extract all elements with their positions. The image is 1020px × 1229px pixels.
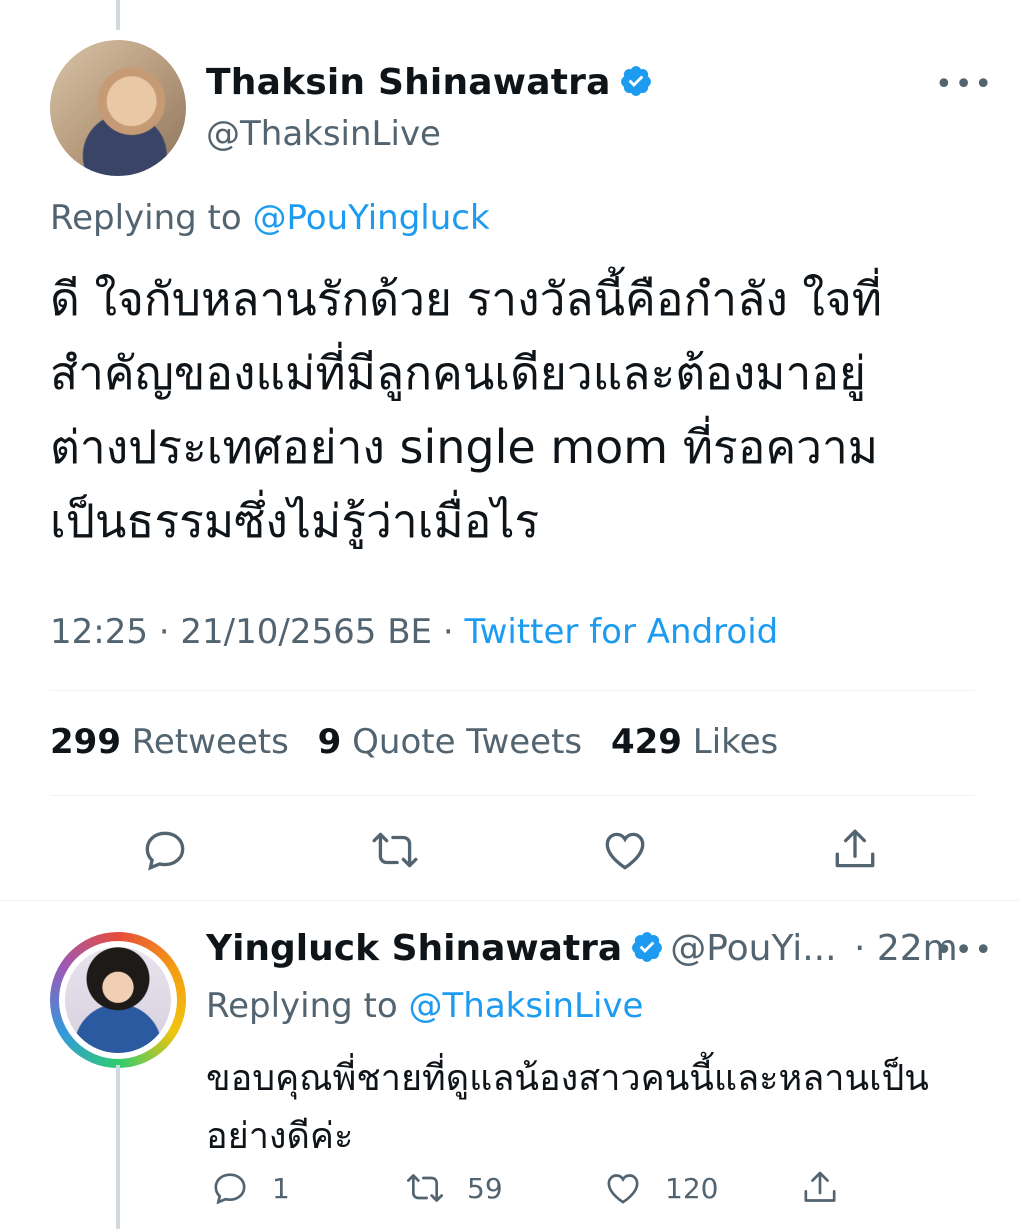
tweet-time[interactable]: 12:25 (50, 612, 148, 652)
thaksin-avatar[interactable] (50, 40, 186, 176)
tweet-text-line: ดี ใจกับหลานรักด้วย รางวัลนี้คือกำลัง ใจ… (50, 272, 883, 326)
tweet-text-line: ต่างประเทศอย่าง single mom ที่รอความ (50, 420, 879, 474)
tweet-date[interactable]: 21/10/2565 BE (180, 612, 432, 652)
likes-stat[interactable]: 429 Likes (611, 722, 778, 762)
meta-separator: · (442, 612, 465, 652)
reply-text-line: อย่างดีค่ะ (206, 1116, 354, 1157)
quotes-count: 9 (317, 722, 342, 762)
like-count: 120 (665, 1171, 719, 1205)
retweets-count: 299 (50, 722, 121, 762)
main-author-handle[interactable]: @ThaksinLive (206, 114, 441, 154)
divider (50, 795, 975, 796)
reply-author-name[interactable]: Yingluck Shinawatra (206, 928, 622, 969)
main-author-name-text[interactable]: Thaksin Shinawatra (206, 62, 611, 103)
tweet-stats: 299 Retweets 9 Quote Tweets 429 Likes (50, 722, 796, 762)
likes-label: Likes (692, 722, 779, 762)
reply-icon (214, 1173, 246, 1205)
retweet-icon[interactable] (370, 825, 420, 875)
quotes-label: Quote Tweets (352, 722, 583, 762)
more-icon[interactable]: ••• (935, 936, 994, 966)
reply-text: ขอบคุณพี่ชายที่ดูแลน้องสาวคนนี้และหลานเป… (206, 1050, 966, 1166)
quote-tweets-stat[interactable]: 9 Quote Tweets (318, 722, 582, 762)
tweet-meta: 12:25 · 21/10/2565 BE · Twitter for Andr… (50, 612, 778, 652)
reply-author-handle[interactable]: @PouYi... (670, 928, 836, 969)
replying-to: Replying to @PouYingluck (50, 198, 490, 238)
tweet-source-link[interactable]: Twitter for Android (464, 612, 778, 652)
tweet-text-line: เป็นธรรมซึ่งไม่รู้ว่าเมื่อไร (50, 494, 540, 548)
likes-count: 429 (610, 722, 682, 762)
thread-line-bottom (116, 1065, 120, 1229)
replying-to-handle-link[interactable]: @PouYingluck (253, 198, 490, 238)
reply-retweet-button[interactable]: 59 (405, 1166, 503, 1210)
tweet-text-line: สำคัญของแม่ที่มีลูกคนเดียวและต้องมาอยู่ (50, 346, 866, 400)
reply-share-button[interactable] (800, 1166, 862, 1210)
reply-reply-button[interactable]: 1 (210, 1166, 290, 1210)
reply-icon[interactable] (140, 825, 190, 875)
avatar-ring-inner (59, 941, 177, 1059)
retweets-stat[interactable]: 299 Retweets (50, 722, 289, 762)
reply-replying-to: Replying to @ThaksinLive (206, 986, 643, 1026)
divider (50, 690, 975, 691)
tweet-text: ดี ใจกับหลานรักด้วย รางวัลนี้คือกำลัง ใจ… (50, 262, 980, 558)
retweet-count: 59 (467, 1171, 503, 1205)
reply-header: Yingluck Shinawatra @PouYi... · 22m (206, 928, 958, 969)
replying-to-label: Replying to (50, 198, 242, 238)
share-icon[interactable] (830, 825, 880, 875)
replying-to-label: Replying to (206, 986, 398, 1026)
replying-to-handle-link[interactable]: @ThaksinLive (409, 986, 644, 1026)
section-divider (0, 900, 1020, 901)
more-icon[interactable]: ••• (935, 70, 994, 100)
verified-badge-icon (619, 64, 653, 98)
thread-line-top (116, 0, 120, 30)
like-icon (607, 1174, 639, 1204)
like-icon[interactable] (600, 825, 650, 875)
meta-separator: · (158, 612, 181, 652)
meta-separator: · (842, 928, 877, 969)
reply-text-line: ขอบคุณพี่ชายที่ดูแลน้องสาวคนนี้และหลานเป… (206, 1058, 929, 1099)
retweet-icon (407, 1174, 443, 1202)
verified-badge-icon (630, 930, 664, 964)
main-author-name[interactable]: Thaksin Shinawatra (206, 62, 653, 103)
yingluck-avatar[interactable] (50, 932, 186, 1068)
reply-count: 1 (272, 1171, 290, 1205)
reply-like-button[interactable]: 120 (603, 1166, 718, 1210)
avatar-photo (65, 947, 171, 1053)
retweets-label: Retweets (131, 722, 289, 762)
share-icon (804, 1171, 836, 1202)
